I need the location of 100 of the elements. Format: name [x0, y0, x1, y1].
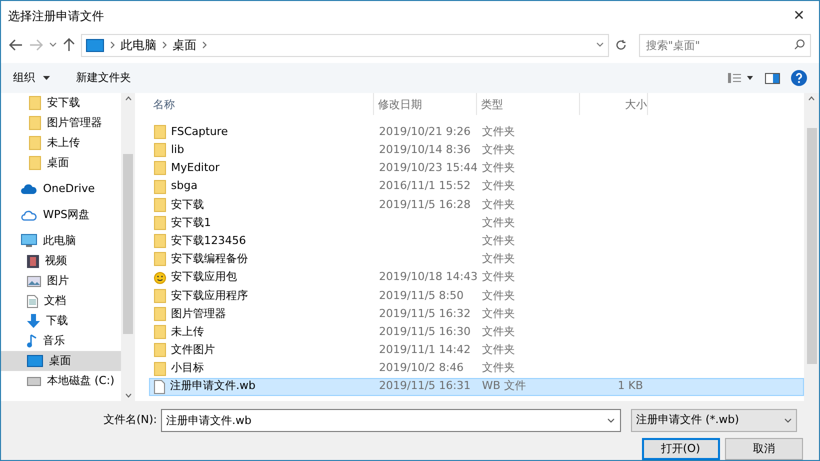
sidebar-item[interactable]: WPS网盘: [1, 205, 121, 225]
sidebar-item[interactable]: 桌面: [1, 351, 121, 371]
file-row[interactable]: sbga 2016/11/1 15:52 文件夹: [149, 178, 804, 196]
folder-icon: [154, 325, 166, 340]
column-header[interactable]: 修改日期: [374, 93, 477, 115]
preview-pane-icon[interactable]: [765, 72, 780, 84]
film-icon: [27, 254, 39, 268]
file-row[interactable]: 安下载编程备份 文件夹: [149, 250, 804, 268]
sidebar-item[interactable]: 视频: [1, 251, 121, 271]
file-type: 文件夹: [482, 252, 515, 266]
open-button[interactable]: 打开(O): [642, 438, 720, 460]
file-type: 文件夹: [482, 234, 515, 247]
folder-icon: [154, 180, 166, 194]
file-row[interactable]: 安下载1 文件夹: [149, 214, 804, 232]
view-options-icon[interactable]: [728, 73, 754, 83]
modified-date: 2019/10/21 9:26: [379, 124, 471, 138]
chevron-icon[interactable]: [162, 41, 167, 49]
modified-date: 2019/10/2 8:46: [379, 361, 464, 374]
desktop-icon: [86, 38, 104, 52]
folder-icon: [154, 161, 166, 176]
scroll-up-icon[interactable]: [808, 96, 815, 101]
search-field[interactable]: 搜索"桌面": [639, 34, 811, 56]
file-row[interactable]: 安下载应用包 2019/10/18 14:43 文件夹: [149, 268, 804, 287]
modified-date: 2019/11/1 14:42: [379, 343, 471, 356]
sidebar-item[interactable]: 本地磁盘 (C:): [1, 371, 121, 391]
sidebar-item[interactable]: 未上传: [1, 133, 121, 153]
file-row[interactable]: 未上传 2019/11/5 16:30 文件夹: [149, 323, 804, 342]
drive-icon: [27, 376, 41, 386]
scroll-down-icon[interactable]: [124, 393, 132, 398]
column-header[interactable]: 大小: [580, 93, 648, 115]
sidebar-item[interactable]: 文档: [1, 291, 121, 311]
folder-icon: [154, 234, 166, 248]
file-name-field[interactable]: 注册申请文件.wb: [161, 409, 621, 432]
file-name: 安下载: [171, 196, 204, 213]
scroll-up-icon[interactable]: [124, 96, 132, 101]
file-name: 安下载1: [171, 214, 211, 231]
modified-date: 2019/11/5 16:32: [379, 306, 471, 320]
file-type-dropdown[interactable]: 注册申请文件 (*.wb): [631, 409, 797, 432]
column-header[interactable]: 类型: [477, 93, 580, 115]
sidebar-item[interactable]: 图片: [1, 271, 121, 291]
dropdown-caret-icon[interactable]: [607, 418, 615, 424]
sidebar-item[interactable]: 下载: [1, 311, 121, 331]
sidebar-item[interactable]: 图片管理器: [1, 113, 121, 133]
dropdown-caret-icon: [784, 418, 792, 424]
cancel-button[interactable]: 取消: [725, 438, 803, 460]
folder-icon: [154, 343, 166, 358]
up-arrow-icon[interactable]: [63, 38, 75, 52]
file-name: 安下载123456: [171, 232, 246, 249]
sidebar-item[interactable]: 桌面: [1, 153, 121, 173]
file-row[interactable]: lib 2019/10/14 8:36 文件夹: [149, 141, 804, 160]
organize-menu-button[interactable]: 组织: [9, 68, 39, 88]
file-type: 文件夹: [482, 124, 515, 138]
scrollbar[interactable]: [121, 93, 135, 401]
folder-icon: [154, 362, 166, 376]
file-name: 安下载编程备份: [171, 251, 248, 268]
breadcrumb-item[interactable]: 此电脑: [120, 36, 156, 54]
file-type: 文件夹: [482, 198, 515, 211]
address-bar[interactable]: 此电脑 桌面: [81, 34, 609, 56]
close-button[interactable]: ✕: [779, 1, 819, 31]
file-type: 文件夹: [482, 361, 515, 374]
computer-icon: [21, 234, 37, 248]
file-type: 文件夹: [482, 143, 515, 156]
modified-date: 2016/11/1 15:52: [379, 179, 471, 192]
file-row[interactable]: FSCapture 2019/10/21 9:26 文件夹: [149, 123, 804, 142]
sidebar-item[interactable]: 安下载: [1, 93, 121, 113]
back-arrow-icon[interactable]: [9, 39, 23, 51]
file-row[interactable]: 安下载123456 文件夹: [149, 232, 804, 250]
picture-icon: [27, 276, 41, 286]
chevron-icon[interactable]: [110, 41, 115, 49]
sidebar-item[interactable]: 音乐: [1, 331, 121, 351]
file-row[interactable]: 注册申请文件.wb 2019/11/5 16:31 WB 文件 1 KB: [149, 378, 804, 396]
breadcrumb-item[interactable]: 桌面: [172, 36, 196, 54]
file-name: 图片管理器: [171, 306, 226, 322]
modified-date: 2019/11/5 16:30: [379, 324, 471, 338]
file-row[interactable]: 安下载 2019/11/5 16:28 文件夹: [149, 196, 804, 214]
file-name: 未上传: [171, 324, 204, 340]
chevron-icon[interactable]: [202, 41, 207, 49]
file-size: 1 KB: [618, 379, 643, 392]
folder-icon: [154, 216, 166, 230]
folder-icon: [154, 252, 166, 266]
file-name: MyEditor: [171, 160, 220, 176]
file-type: 文件夹: [482, 179, 515, 192]
sidebar-item[interactable]: OneDrive: [1, 179, 121, 199]
file-name-label: 文件名(N):: [102, 412, 158, 428]
cloud-icon: [21, 184, 37, 194]
file-row[interactable]: MyEditor 2019/10/23 15:44 文件夹: [149, 159, 804, 178]
refresh-icon[interactable]: [615, 39, 627, 51]
file-type: 文件夹: [482, 216, 515, 229]
file-name: FSCapture: [171, 124, 228, 140]
sidebar-item[interactable]: 此电脑: [1, 231, 121, 251]
file-row[interactable]: 图片管理器 2019/11/5 16:32 文件夹: [149, 304, 804, 324]
file-row[interactable]: 文件图片 2019/11/1 14:42 文件夹: [149, 341, 804, 360]
down-arrow-icon: [27, 314, 40, 328]
help-icon[interactable]: [791, 70, 807, 86]
column-header[interactable]: 名称: [149, 93, 374, 115]
new-folder-button[interactable]: 新建文件夹: [72, 68, 135, 88]
dropdown-caret-icon[interactable]: [43, 76, 50, 80]
file-row[interactable]: 小目标 2019/10/2 8:46 文件夹: [149, 359, 804, 378]
file-row[interactable]: 安下载应用程序 2019/11/5 8:50 文件夹: [149, 286, 804, 305]
scrollbar[interactable]: [804, 93, 819, 401]
